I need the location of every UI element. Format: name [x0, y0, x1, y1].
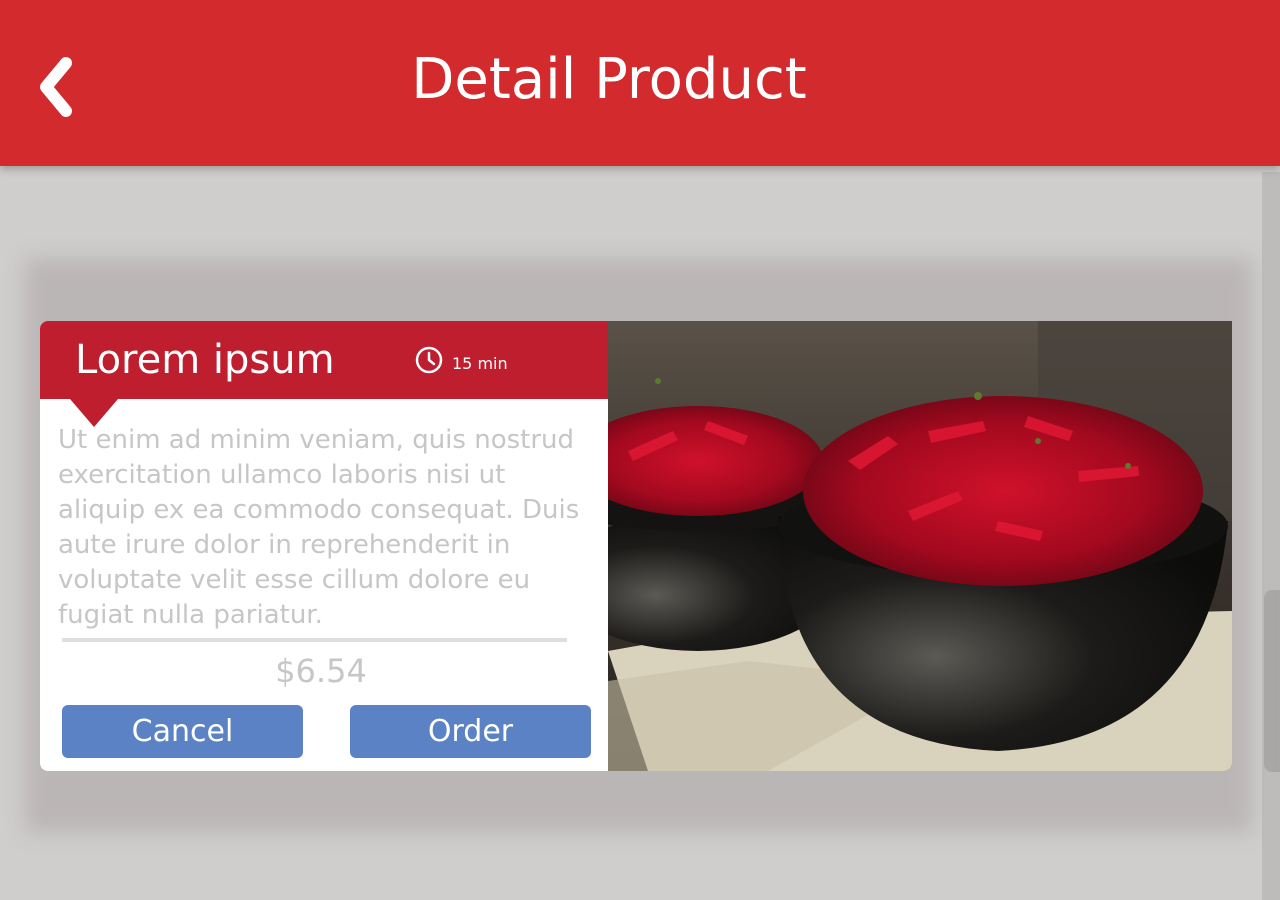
- prep-time: 15 min: [452, 353, 508, 373]
- product-name: Lorem ipsum: [75, 337, 335, 383]
- product-image: [608, 321, 1232, 771]
- app-bar: Detail Product: [0, 0, 1280, 166]
- page-title: Detail Product: [411, 47, 807, 112]
- product-price: $6.54: [275, 652, 367, 690]
- product-description: Ut enim ad minim veniam, quis nostrud ex…: [58, 425, 580, 630]
- order-button[interactable]: Order: [350, 705, 591, 758]
- scrollbar-track[interactable]: [1262, 172, 1280, 900]
- prep-time-group: 15 min: [414, 344, 508, 376]
- divider: [62, 638, 567, 642]
- product-card-header: Lorem ipsum 15 min: [40, 321, 608, 399]
- cancel-button[interactable]: Cancel: [62, 705, 303, 758]
- clock-icon: [414, 345, 444, 375]
- scrollbar-thumb[interactable]: [1264, 590, 1280, 772]
- product-card: Lorem ipsum 15 min Ut enim ad minim veni…: [40, 321, 1232, 771]
